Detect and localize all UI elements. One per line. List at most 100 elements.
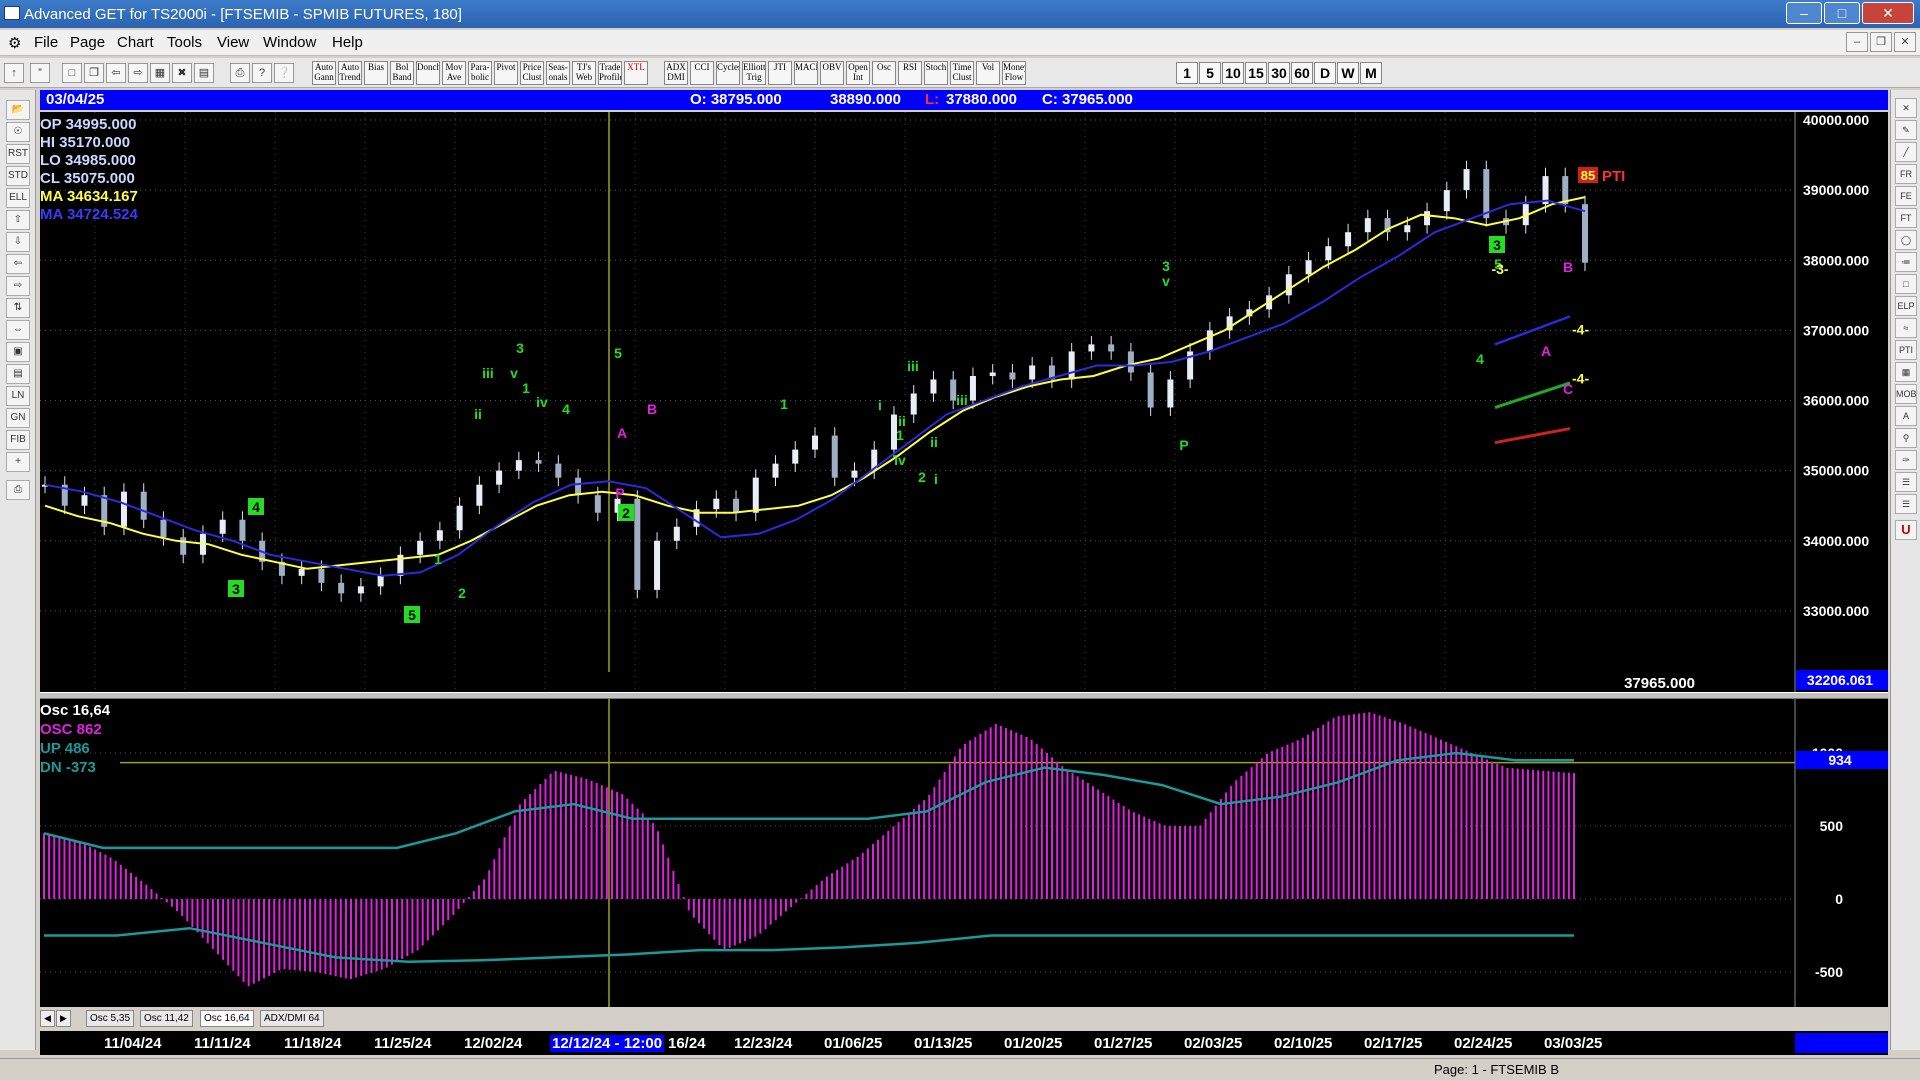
pointer-icon[interactable]: ↑ (4, 63, 24, 83)
study-button-tj-s-web[interactable]: TJ's Web (572, 61, 596, 85)
period-button-10[interactable]: 10 (1222, 62, 1244, 84)
study-button-osc[interactable]: Osc (872, 61, 896, 85)
study-button-bias[interactable]: Bias (364, 61, 388, 85)
gann-icon[interactable]: GN (6, 408, 30, 428)
mob-icon[interactable]: MOB (1895, 384, 1917, 404)
fib-time-icon[interactable]: FT (1895, 208, 1917, 228)
period-button-15[interactable]: 15 (1245, 62, 1267, 84)
delete-icon[interactable]: ✖ (172, 63, 192, 83)
period-button-m[interactable]: M (1360, 62, 1382, 84)
study-button-donch[interactable]: Donch (416, 61, 440, 85)
compress-icon[interactable]: ⇅ (6, 298, 30, 318)
study-button-money-flow[interactable]: Money Flow (1002, 61, 1026, 85)
tab-osc-11-42[interactable]: Osc 11,42 (140, 1010, 193, 1027)
grid-tool-icon[interactable]: ▦ (1895, 362, 1917, 382)
quote-icon[interactable]: ” (30, 63, 50, 83)
study-button-mov-ave[interactable]: Mov Ave (442, 61, 466, 85)
close-button[interactable]: ✕ (1862, 2, 1914, 24)
study-button-open-int[interactable]: Open Int (846, 61, 870, 85)
app-menu-icon[interactable]: ⚙ (8, 34, 21, 52)
lines-icon[interactable]: LN (6, 386, 30, 406)
period-button-5[interactable]: 5 (1199, 62, 1221, 84)
menu-chart[interactable]: Chart (117, 34, 154, 51)
left-arrow-icon[interactable]: ⇦ (6, 254, 30, 274)
study-button-auto-gann[interactable]: Auto Gann (312, 61, 336, 85)
tab-scroll-right[interactable]: ▶ (56, 1010, 71, 1027)
mdi-minimize-button[interactable]: – (1846, 32, 1868, 52)
menu-window[interactable]: Window (263, 34, 316, 51)
pti-icon[interactable]: PTI (1895, 340, 1917, 360)
study-button-cycles[interactable]: Cycles (716, 61, 740, 85)
mdi-restore-button[interactable]: ❐ (1870, 32, 1892, 52)
price-chart-svg[interactable]: 40000.000 39000.000 38000.000 37000.000 3600… (40, 112, 1888, 692)
back-icon[interactable]: ⇦ (106, 63, 126, 83)
table-icon[interactable]: ▤ (194, 63, 214, 83)
panel-splitter[interactable] (40, 692, 1888, 699)
select-icon[interactable]: ▤ (6, 364, 30, 384)
study-button-elliott-trig[interactable]: Elliott Trig (742, 61, 766, 85)
study-button-cci[interactable]: CCI (690, 61, 714, 85)
open-folder-icon[interactable]: 📂 (6, 100, 30, 120)
study-button-seas-onals[interactable]: Seas-onals (546, 61, 570, 85)
copy-icon[interactable]: ❐ (84, 63, 104, 83)
help-icon[interactable]: ? (252, 63, 272, 83)
tab-adx-dmi-64[interactable]: ADX/DMI 64 (260, 1010, 324, 1027)
circle-icon[interactable]: ◯ (1895, 230, 1917, 250)
context-help-icon[interactable]: ❔ (274, 63, 294, 83)
menu-view[interactable]: View (217, 34, 249, 51)
period-button-30[interactable]: 30 (1268, 62, 1290, 84)
study-button-macd[interactable]: MACD (794, 61, 818, 85)
text-icon[interactable]: A (1895, 406, 1917, 426)
maximize-button[interactable]: □ (1824, 2, 1860, 24)
study-button-xtl[interactable]: XTL (624, 61, 648, 85)
trendline-icon[interactable]: ╱ (1895, 142, 1917, 162)
period-button-d[interactable]: D (1314, 62, 1336, 84)
zoom-icon[interactable]: ⚲ (1895, 428, 1917, 448)
study-icon[interactable]: STD (6, 166, 30, 186)
cross-icon[interactable]: ✕ (1895, 98, 1917, 118)
study-button-stoch[interactable]: Stoch (924, 61, 948, 85)
period-button-w[interactable]: W (1337, 62, 1359, 84)
study-button-pivot[interactable]: Pivot (494, 61, 518, 85)
gauge-icon[interactable]: ☉ (6, 122, 30, 142)
down-arrow-icon[interactable]: ⇩ (6, 232, 30, 252)
elliott-icon[interactable]: ELL (6, 188, 30, 208)
menu-tools[interactable]: Tools (167, 34, 202, 51)
study-button-para-bolic[interactable]: Para-bolic (468, 61, 492, 85)
expand-icon[interactable]: ⇔ (6, 320, 30, 340)
fib-icon[interactable]: FIB (6, 430, 30, 450)
price-chart-panel[interactable]: 40000.000 39000.000 38000.000 37000.000 3600… (40, 112, 1888, 692)
menu-page[interactable]: Page (70, 34, 105, 51)
minimize-button[interactable]: – (1786, 2, 1822, 24)
rectangle-icon[interactable]: □ (1895, 274, 1917, 294)
study-button-rsi[interactable]: RSI (898, 61, 922, 85)
fib-ret-icon[interactable]: FR (1895, 164, 1917, 184)
study-button-price-clust[interactable]: Price Clust (520, 61, 544, 85)
menu-file[interactable]: File (34, 34, 58, 51)
tab-osc-16-64[interactable]: Osc 16,64 (200, 1010, 254, 1027)
wave-icon[interactable]: ≈ (1895, 318, 1917, 338)
ellipse-icon[interactable]: ELP (1895, 296, 1917, 316)
study-button-jti[interactable]: JTI (768, 61, 792, 85)
layers-icon[interactable]: ☰ (1895, 472, 1917, 492)
reset-icon[interactable]: RST (6, 144, 30, 164)
new-page-icon[interactable]: □ (62, 63, 82, 83)
oscillator-svg[interactable]: 10005000-500Osc 16,64OSC 862UP 486DN -37… (40, 699, 1888, 1007)
study-button-vol[interactable]: Vol (976, 61, 1000, 85)
study-button-obv[interactable]: OBV (820, 61, 844, 85)
period-button-1[interactable]: 1 (1176, 62, 1198, 84)
tab-osc-5-35[interactable]: Osc 5,35 (86, 1010, 135, 1027)
forward-icon[interactable]: ⇨ (128, 63, 148, 83)
study-button-adx-dmi[interactable]: ADX DMI (664, 61, 688, 85)
print-page-icon[interactable]: ⎙ (6, 480, 30, 500)
box-icon[interactable]: ▣ (6, 342, 30, 362)
mdi-close-button[interactable]: ✕ (1894, 32, 1916, 52)
oscillator-panel[interactable]: 10005000-500Osc 16,64OSC 862UP 486DN -37… (40, 699, 1888, 1007)
period-button-60[interactable]: 60 (1291, 62, 1313, 84)
menu-help[interactable]: Help (332, 34, 363, 51)
crosshair-icon[interactable]: + (6, 452, 30, 472)
marker-icon[interactable]: ✑ (1895, 450, 1917, 470)
fan-icon[interactable]: ≔ (1895, 252, 1917, 272)
study-button-time-clust[interactable]: Time Clust (950, 61, 974, 85)
study-button-trade-profile[interactable]: Trade Profile (598, 61, 622, 85)
